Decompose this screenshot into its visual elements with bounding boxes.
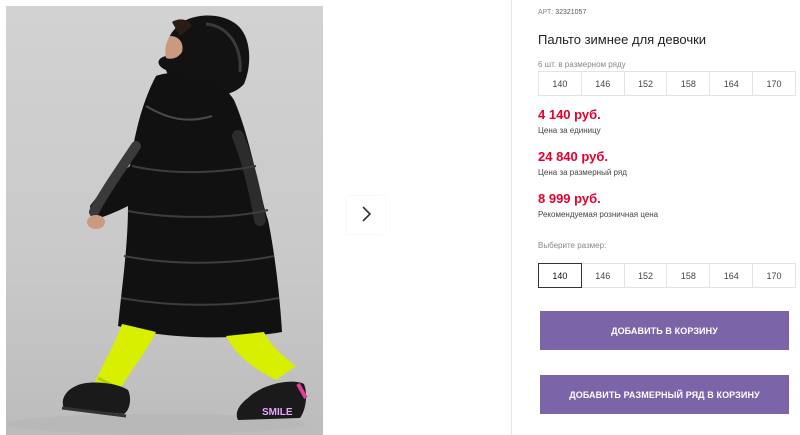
product-title: Пальто зимнее для девочки bbox=[538, 32, 707, 47]
retail-price: 8 999 руб. bbox=[538, 191, 601, 206]
add-to-cart-button[interactable]: ДОБАВИТЬ В КОРЗИНУ bbox=[540, 311, 789, 350]
chevron-right-icon bbox=[360, 205, 372, 225]
set-note: 6 шт. в размерном ряду bbox=[538, 60, 626, 69]
size-option-146[interactable]: 146 bbox=[580, 263, 625, 288]
shoe-logo-text: SMILE bbox=[262, 407, 293, 418]
set-size-cell: 158 bbox=[666, 71, 711, 96]
product-photo: SMILE bbox=[6, 6, 323, 435]
add-set-to-cart-button[interactable]: ДОБАВИТЬ РАЗМЕРНЫЙ РЯД В КОРЗИНУ bbox=[540, 375, 789, 414]
size-option-164[interactable]: 164 bbox=[709, 263, 754, 288]
size-option-158[interactable]: 158 bbox=[666, 263, 711, 288]
gallery-next-button[interactable] bbox=[347, 196, 385, 234]
set-price-label: Цена за размерный ряд bbox=[538, 168, 627, 177]
retail-price-label: Рекомендуемая розничная цена bbox=[538, 210, 659, 219]
set-size-cell: 170 bbox=[752, 71, 796, 96]
unit-price: 4 140 руб. bbox=[538, 107, 601, 122]
size-option-152[interactable]: 152 bbox=[623, 263, 668, 288]
set-size-cell: 146 bbox=[580, 71, 625, 96]
size-picker: 140 146 152 158 164 170 bbox=[538, 263, 796, 288]
unit-price-label: Цена за единицу bbox=[538, 126, 601, 135]
sku-label: АРТ: bbox=[538, 9, 554, 16]
sku-value: 32321057 bbox=[555, 9, 587, 16]
set-size-cell: 140 bbox=[538, 71, 582, 96]
size-option-140[interactable]: 140 bbox=[538, 263, 582, 288]
product-info-panel: АРТ: 32321057 Пальто зимнее для девочки … bbox=[538, 0, 800, 435]
set-sizes-table: 140 146 152 158 164 170 bbox=[538, 71, 796, 96]
product-photo-illustration: SMILE bbox=[6, 15, 308, 434]
product-gallery: SMILE bbox=[0, 0, 512, 435]
sku-line: АРТ: 32321057 bbox=[538, 9, 586, 16]
set-size-cell: 152 bbox=[623, 71, 668, 96]
set-size-cell: 164 bbox=[709, 71, 754, 96]
set-price: 24 840 руб. bbox=[538, 149, 609, 164]
size-picker-label: Выберите размер: bbox=[538, 241, 607, 250]
size-option-170[interactable]: 170 bbox=[752, 263, 796, 288]
